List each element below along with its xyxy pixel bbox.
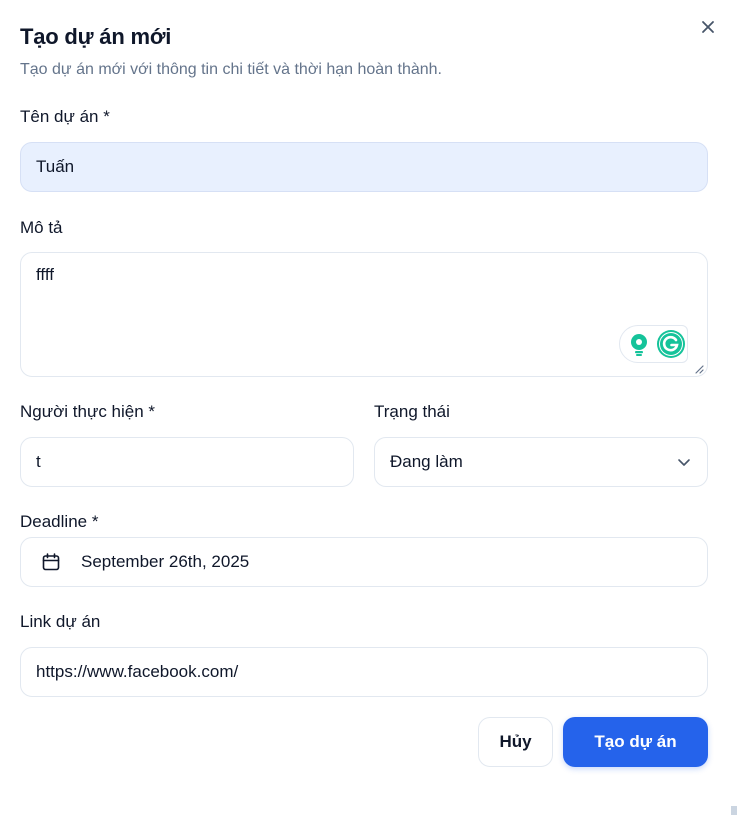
- description-label: Mô tả: [20, 218, 63, 237]
- project-name-label: Tên dự án *: [20, 107, 110, 126]
- close-button[interactable]: [697, 16, 719, 38]
- close-icon: [702, 21, 714, 33]
- project-link-value: https://www.facebook.com/: [36, 662, 239, 681]
- grammarly-widget[interactable]: [619, 325, 688, 363]
- calendar-icon: [42, 553, 60, 571]
- project-link-label: Link dự án: [20, 612, 101, 631]
- description-value: ffff: [36, 265, 54, 284]
- cancel-button[interactable]: Hủy: [478, 717, 553, 767]
- assignee-input[interactable]: t: [20, 437, 354, 487]
- assignee-label: Người thực hiện *: [20, 402, 156, 421]
- project-link-input[interactable]: https://www.facebook.com/: [20, 647, 708, 697]
- lightbulb-icon[interactable]: [626, 331, 652, 357]
- deadline-date-picker[interactable]: September 26th, 2025: [20, 537, 708, 587]
- deadline-label: Deadline *: [20, 512, 99, 531]
- chevron-down-icon: [678, 459, 690, 466]
- create-project-button[interactable]: Tạo dự án: [563, 717, 708, 767]
- scrollbar-corner: [731, 806, 737, 815]
- dialog-title: Tạo dự án mới: [20, 24, 172, 49]
- create-project-dialog: Tạo dự án mới Tạo dự án mới với thông ti…: [0, 0, 737, 815]
- status-label: Trạng thái: [374, 402, 450, 421]
- project-name-value: Tuấn: [36, 157, 75, 176]
- status-select[interactable]: Đang làm: [374, 437, 708, 487]
- project-name-input[interactable]: Tuấn: [20, 142, 708, 192]
- description-textarea[interactable]: ffff: [20, 252, 708, 377]
- status-value: Đang làm: [390, 452, 463, 471]
- resize-handle-icon[interactable]: [694, 364, 704, 374]
- assignee-value: t: [36, 452, 41, 471]
- deadline-value: September 26th, 2025: [81, 552, 250, 571]
- grammarly-icon[interactable]: [656, 329, 686, 359]
- dialog-subtitle: Tạo dự án mới với thông tin chi tiết và …: [20, 61, 442, 78]
